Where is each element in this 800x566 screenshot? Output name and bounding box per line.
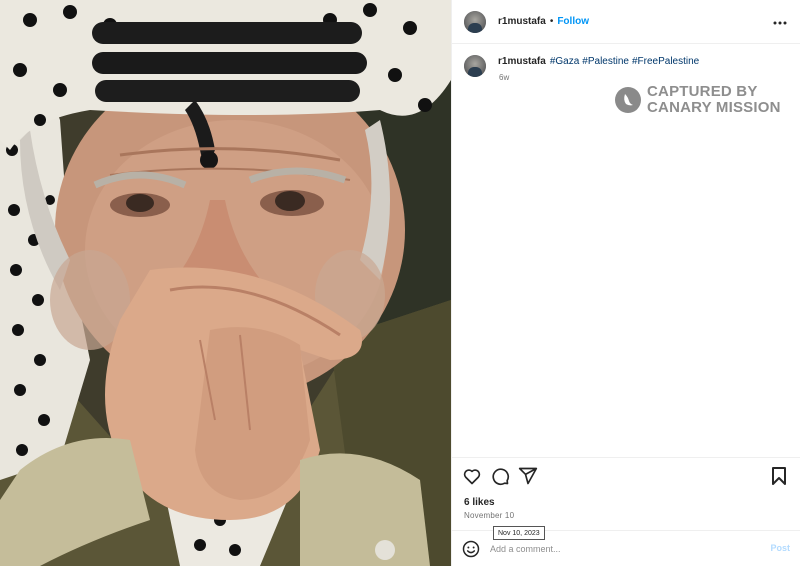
watermark-line1: CAPTURED BY	[647, 83, 758, 100]
post-date[interactable]: November 10	[464, 511, 514, 520]
watermark-line2: CANARY MISSION	[647, 99, 781, 116]
caption-avatar[interactable]	[464, 55, 486, 77]
comment-input[interactable]	[490, 544, 750, 554]
hashtag-palestine[interactable]: #Palestine	[582, 56, 629, 67]
emoji-icon[interactable]	[462, 540, 480, 558]
actions-divider	[452, 457, 800, 458]
separator-dot: •	[549, 16, 554, 27]
heart-icon[interactable]	[462, 466, 482, 486]
hashtag-gaza[interactable]: #Gaza	[550, 56, 579, 67]
post-header: r1mustafa • Follow	[452, 0, 800, 44]
caption-username[interactable]: r1mustafa	[498, 56, 546, 67]
header-username[interactable]: r1mustafa	[498, 16, 546, 27]
post-details-panel: r1mustafa • Follow r1mustafa #Gaza #Palest…	[451, 0, 800, 566]
more-options-icon[interactable]	[773, 13, 787, 27]
avatar[interactable]	[464, 10, 486, 33]
follow-button[interactable]: Follow	[557, 16, 589, 27]
watermark-text: CAPTURED BY CANARY MISSION	[647, 84, 781, 116]
post-photo	[0, 0, 451, 566]
bookmark-icon[interactable]	[770, 466, 788, 486]
comment-bar: Post	[462, 539, 792, 559]
comment-icon[interactable]	[490, 466, 510, 486]
hashtag-freepalestine[interactable]: #FreePalestine	[632, 56, 699, 67]
caption-time-ago[interactable]: 6w	[499, 73, 509, 82]
post-photo-illustration	[0, 0, 451, 566]
date-tooltip: Nov 10, 2023	[493, 526, 545, 540]
caption-text: r1mustafa #Gaza #Palestine #FreePalestine	[498, 55, 702, 69]
post-actions	[462, 466, 546, 486]
share-icon[interactable]	[518, 466, 538, 486]
canary-bird-icon	[615, 87, 641, 113]
likes-count[interactable]: 6 likes	[464, 497, 495, 508]
canary-mission-watermark: CAPTURED BY CANARY MISSION	[615, 84, 781, 116]
post-comment-button[interactable]: Post	[770, 543, 790, 553]
